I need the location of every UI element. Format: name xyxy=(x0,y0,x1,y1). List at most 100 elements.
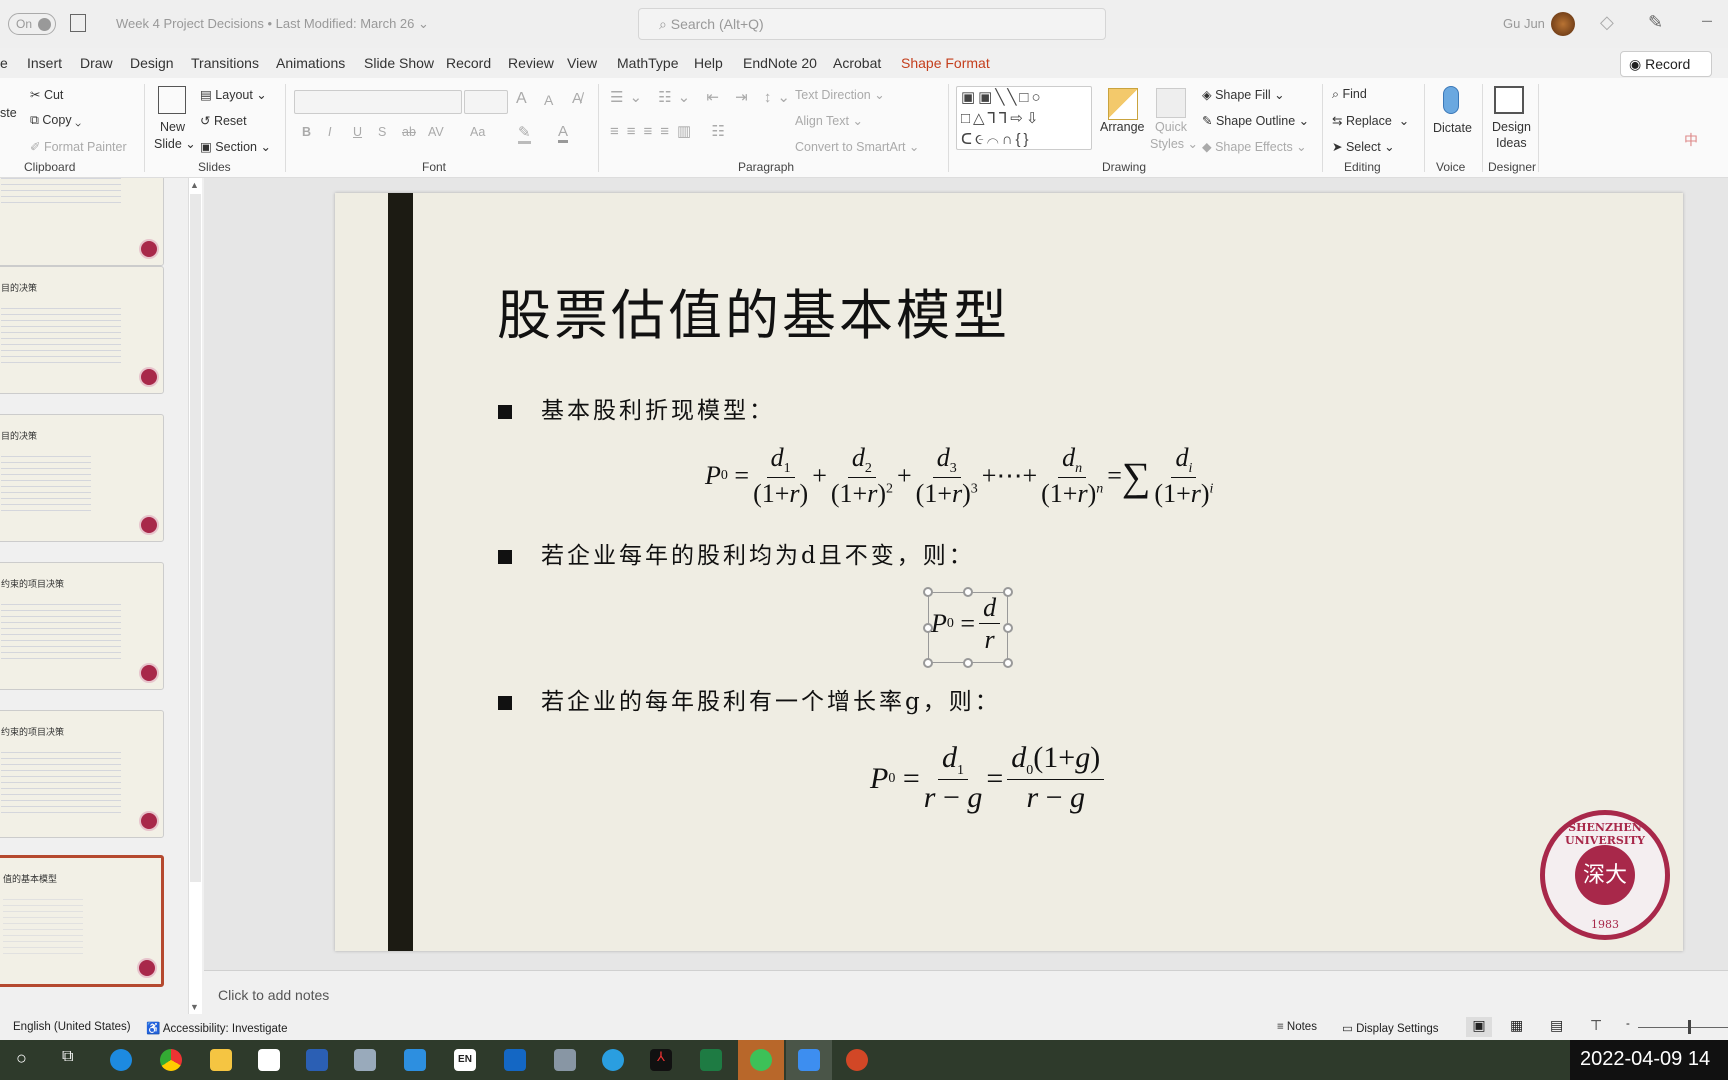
acrobat-icon[interactable]: ⅄ xyxy=(650,1049,672,1071)
equation-constant-dividend[interactable]: P0 = d r xyxy=(931,593,1004,655)
slide-thumbnail[interactable] xyxy=(0,178,164,266)
pen-icon[interactable]: ✎ xyxy=(1648,12,1663,33)
document-title[interactable]: Week 4 Project Decisions • Last Modified… xyxy=(116,16,429,32)
tab-home[interactable]: e xyxy=(0,55,8,71)
calculator-icon[interactable] xyxy=(554,1049,576,1071)
minimize-icon[interactable]: – xyxy=(1702,10,1712,31)
equation-gordon-growth[interactable]: P0 = d1 r − g = d0(1+g) r − g xyxy=(870,741,1108,816)
notes-placeholder[interactable]: Click to add notes xyxy=(218,987,329,1003)
thumbnail-scrollbar[interactable]: ▲ ▼ xyxy=(188,178,202,1014)
notes-button[interactable]: ≡ Notes xyxy=(1277,1021,1317,1033)
mail-icon[interactable] xyxy=(404,1049,426,1071)
notes-pane[interactable]: Click to add notes xyxy=(204,970,1728,1014)
tab-insert[interactable]: Insert xyxy=(27,55,62,71)
bullet-text[interactable]: 若企业每年的股利均为d且不变，则： xyxy=(541,536,975,570)
format-painter-button[interactable]: ✐ Format Painter xyxy=(30,139,127,154)
layout-button[interactable]: ▤ Layout ⌄ xyxy=(200,87,267,102)
shape-outline-button[interactable]: ✎ Shape Outline ⌄ xyxy=(1202,113,1309,128)
shadow-button[interactable]: S xyxy=(378,125,386,139)
chrome-icon[interactable] xyxy=(160,1049,182,1071)
tab-review[interactable]: Review xyxy=(508,55,554,71)
tab-mathtype[interactable]: MathType xyxy=(617,55,678,71)
zoom-slider[interactable] xyxy=(1638,1027,1728,1028)
language-status[interactable]: English (United States) xyxy=(13,1021,131,1033)
tab-slide-show[interactable]: Slide Show xyxy=(364,55,434,71)
grow-font-button[interactable]: A xyxy=(516,90,527,108)
powerpoint-icon[interactable] xyxy=(846,1049,868,1071)
ime-indicator-icon[interactable]: 中 xyxy=(1684,130,1698,150)
resize-handle[interactable] xyxy=(1003,623,1013,633)
tab-design[interactable]: Design xyxy=(130,55,174,71)
arrange-button[interactable]: Arrange xyxy=(1100,120,1144,134)
edge-icon[interactable] xyxy=(110,1049,132,1071)
task-view-icon[interactable]: ⧉ xyxy=(62,1048,73,1066)
select-button[interactable]: ➤ Select ⌄ xyxy=(1332,139,1395,154)
slide-title[interactable]: 股票估值的基本模型 xyxy=(497,271,1010,350)
scroll-thumb[interactable] xyxy=(190,194,201,882)
clear-format-icon[interactable]: A̸ xyxy=(572,90,582,107)
quick-styles-dropdown[interactable]: Styles ⌄ xyxy=(1150,136,1198,151)
scroll-down-icon[interactable]: ▼ xyxy=(190,1002,199,1012)
italic-button[interactable]: I xyxy=(328,125,331,139)
cut-button[interactable]: ✂ Cut xyxy=(30,87,63,102)
dictate-button[interactable]: Dictate xyxy=(1433,121,1472,135)
tab-view[interactable]: View xyxy=(567,55,597,71)
slide-thumbnail[interactable]: 目的决策 xyxy=(0,414,164,542)
excel-icon[interactable] xyxy=(700,1049,722,1071)
reading-view-icon[interactable]: ▤ xyxy=(1550,1017,1563,1034)
slide-thumbnail-selected[interactable]: 值的基本模型 xyxy=(0,855,164,987)
slide-thumbnail[interactable]: 约束的项目决策 xyxy=(0,710,164,838)
record-button[interactable]: ◉ Record xyxy=(1620,51,1712,77)
char-spacing-button[interactable]: AV xyxy=(428,125,444,139)
start-circle-icon[interactable]: ○ xyxy=(16,1048,27,1069)
font-color-icon[interactable]: A xyxy=(558,123,569,143)
slide-sorter-icon[interactable]: ▦ xyxy=(1510,1017,1523,1034)
equation-dividend-discount[interactable]: P0 = d1 (1+r) + d2 (1+r)2 + d3 (1+r)3 +⋯+ dn (1… xyxy=(705,443,1217,509)
bullet-text[interactable]: 若企业的每年股利有一个增长率g，则： xyxy=(541,682,1001,716)
accessibility-status[interactable]: ♿ Accessibility: Investigate xyxy=(146,1021,288,1035)
word-icon[interactable] xyxy=(306,1049,328,1071)
display-settings-button[interactable]: ▭ Display Settings xyxy=(1342,1021,1439,1035)
slide-thumbnail[interactable]: 目的决策 xyxy=(0,266,164,394)
reset-button[interactable]: ↺ Reset xyxy=(200,113,247,128)
shape-fill-button[interactable]: ◈ Shape Fill ⌄ xyxy=(1202,87,1285,102)
outlook-icon[interactable] xyxy=(504,1049,526,1071)
scroll-up-icon[interactable]: ▲ xyxy=(190,180,199,190)
paste-button[interactable]: ste xyxy=(0,106,17,120)
slideshow-icon[interactable]: ⊤ xyxy=(1590,1017,1602,1034)
convert-smartart-button[interactable]: Convert to SmartArt ⌄ xyxy=(795,139,919,154)
file-explorer-icon[interactable] xyxy=(210,1049,232,1071)
tab-help[interactable]: Help xyxy=(694,55,723,71)
zoom-slider-thumb[interactable] xyxy=(1688,1020,1691,1034)
quick-styles-button[interactable]: Quick xyxy=(1155,120,1187,134)
tab-draw[interactable]: Draw xyxy=(80,55,113,71)
telegram-icon[interactable] xyxy=(602,1049,624,1071)
shrink-font-button[interactable]: A xyxy=(544,92,553,108)
en-language-icon[interactable]: EN xyxy=(454,1049,476,1071)
align-buttons[interactable]: ≡≡≡≡▥ ☷ xyxy=(610,122,733,140)
list-buttons[interactable]: ☰⌄ ☷⌄ ⇤ ⇥ ↕⌄ xyxy=(610,88,796,106)
font-size-select[interactable] xyxy=(464,90,508,114)
font-name-select[interactable] xyxy=(294,90,462,114)
tab-acrobat[interactable]: Acrobat xyxy=(833,55,881,71)
search-input[interactable]: ⌕ Search (Alt+Q) xyxy=(638,8,1106,40)
highlight-icon[interactable]: ✎ xyxy=(518,123,531,144)
clock[interactable]: 2022-04-09 14 xyxy=(1570,1040,1728,1080)
align-text-button[interactable]: Align Text ⌄ xyxy=(795,113,863,128)
diamond-icon[interactable]: ◇ xyxy=(1600,12,1614,33)
slide-canvas[interactable]: 股票估值的基本模型 基本股利折现模型： 若企业每年的股利均为d且不变，则： 若企… xyxy=(335,193,1683,951)
save-icon[interactable] xyxy=(70,14,86,32)
tab-endnote[interactable]: EndNote 20 xyxy=(743,55,817,71)
copy-button[interactable]: ⧉ Copy ⌄ xyxy=(30,113,81,128)
tab-shape-format[interactable]: Shape Format xyxy=(901,55,990,71)
find-button[interactable]: ⌕ Find xyxy=(1332,87,1367,102)
resize-handle[interactable] xyxy=(963,658,973,668)
tab-transitions[interactable]: Transitions xyxy=(191,55,259,71)
tab-animations[interactable]: Animations xyxy=(276,55,345,71)
design-ideas-button[interactable]: Design xyxy=(1492,120,1531,134)
replace-button[interactable]: ⇆ Replace ⌄ xyxy=(1332,113,1409,128)
bullet-text[interactable]: 基本股利折现模型： xyxy=(541,391,775,425)
slide-thumbnail[interactable]: 约束的项目决策 xyxy=(0,562,164,690)
text-direction-button[interactable]: Text Direction ⌄ xyxy=(795,87,885,102)
change-case-button[interactable]: Aa xyxy=(470,125,485,139)
